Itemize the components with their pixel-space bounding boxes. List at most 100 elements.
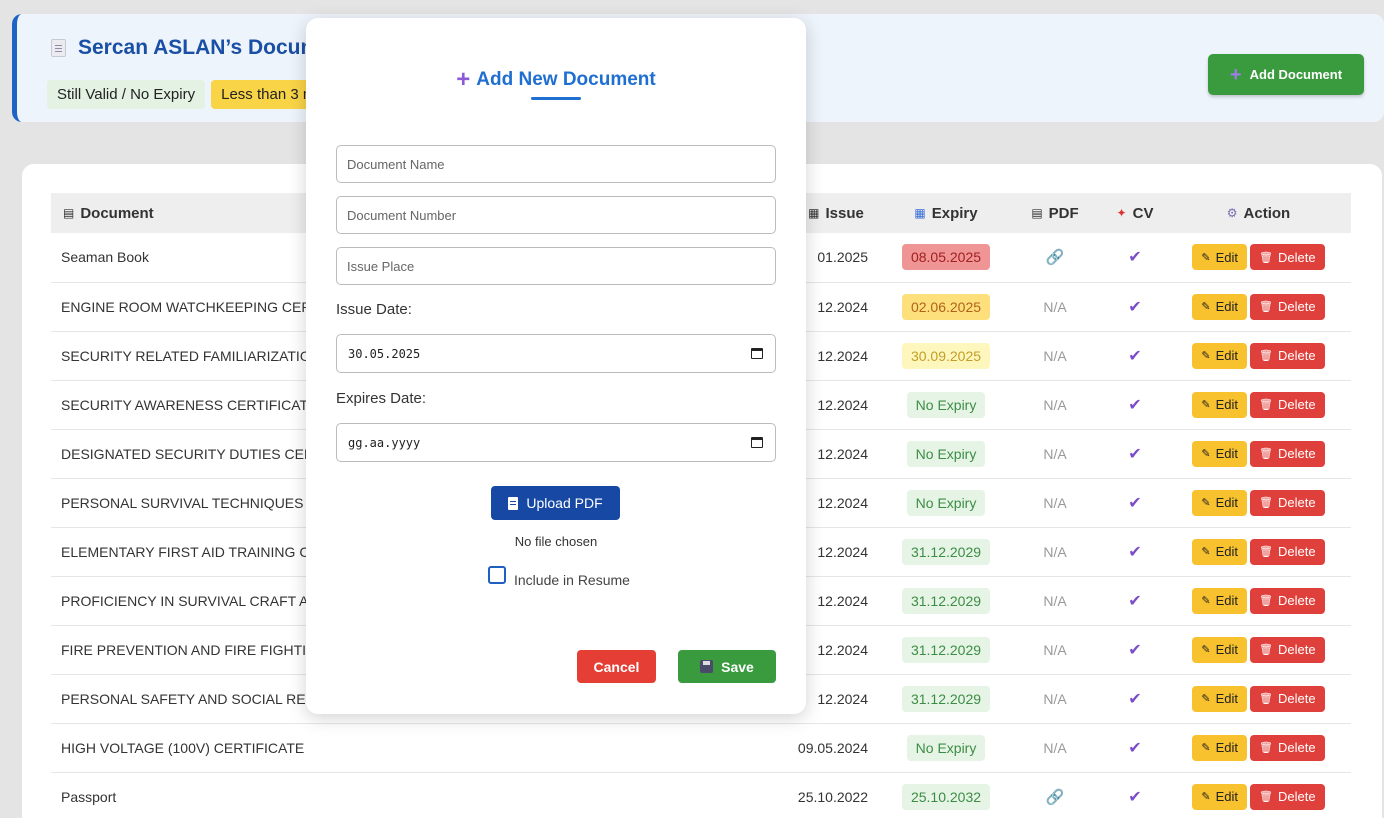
upload-pdf-button[interactable]: Upload PDF [491, 486, 620, 520]
pdf-cell: N/A [1006, 429, 1104, 478]
action-cell: ✎ Edit 🗑 Delete [1166, 233, 1351, 282]
edit-button[interactable]: ✎ Edit [1192, 734, 1248, 761]
issue-place-input[interactable] [336, 247, 776, 285]
delete-button[interactable]: 🗑 Delete [1250, 391, 1325, 418]
link-icon[interactable]: 🔗 [1046, 789, 1065, 806]
edit-button[interactable]: ✎ Edit [1192, 293, 1248, 320]
document-number-input[interactable] [336, 196, 776, 234]
floppy-disk-icon [700, 660, 714, 673]
file-status: No file chosen [514, 534, 598, 549]
delete-button[interactable]: 🗑 Delete [1250, 685, 1325, 712]
pdf-cell: N/A [1006, 380, 1104, 429]
document-name-input[interactable] [336, 145, 776, 183]
checkmark-icon: ✔ [1128, 298, 1142, 316]
expiry-cell: No Expiry [886, 380, 1006, 429]
pdf-cell: N/A [1043, 641, 1067, 658]
delete-button[interactable]: 🗑 Delete [1250, 293, 1325, 320]
add-document-button[interactable]: + Add Document [1208, 54, 1364, 95]
edit-button[interactable]: ✎ Edit [1192, 587, 1248, 614]
trash-icon: 🗑 [1259, 301, 1273, 313]
delete-button[interactable]: 🗑 Delete [1250, 587, 1325, 614]
expiry-cell: 31.12.2029 [886, 674, 1006, 723]
expiry-badge: 31.12.2029 [901, 636, 991, 663]
delete-label: Delete [1278, 593, 1316, 608]
action-cell: ✎ Edit 🗑 Delete [1166, 478, 1351, 527]
edit-label: Edit [1215, 642, 1239, 657]
delete-button[interactable]: 🗑 Delete [1250, 538, 1325, 565]
add-document-label: Add Document [1249, 67, 1343, 82]
delete-button[interactable]: 🗑 Delete [1250, 783, 1325, 810]
checkmark-icon: ✔ [1128, 396, 1142, 414]
expiry-badge: 25.10.2032 [901, 783, 991, 810]
edit-button[interactable]: ✎ Edit [1192, 342, 1248, 369]
delete-button[interactable]: 🗑 Delete [1250, 440, 1325, 467]
expiry-cell: No Expiry [886, 429, 1006, 478]
edit-button[interactable]: ✎ Edit [1192, 685, 1248, 712]
calendar-icon[interactable] [751, 348, 763, 359]
expiry-badge: 30.09.2025 [901, 342, 991, 369]
pdf-cell: N/A [1043, 494, 1067, 511]
expiry-cell: 25.10.2032 [886, 772, 1006, 818]
delete-label: Delete [1278, 789, 1316, 804]
cancel-button[interactable]: Cancel [577, 650, 656, 683]
legend-valid: Still Valid / No Expiry [47, 80, 206, 109]
expiry-badge: 31.12.2029 [901, 587, 991, 614]
pencil-icon: ✎ [1201, 693, 1211, 705]
edit-label: Edit [1215, 249, 1239, 265]
checkmark-icon: ✔ [1128, 739, 1142, 757]
expiry-cell: 02.06.2025 [886, 282, 1006, 331]
issue-date-cell: 09.05.2024 [797, 739, 868, 756]
cv-cell: ✔ [1104, 576, 1166, 625]
pdf-cell: N/A [1043, 445, 1067, 462]
delete-button[interactable]: 🗑 Delete [1250, 734, 1325, 761]
edit-button[interactable]: ✎ Edit [1192, 489, 1248, 516]
edit-button[interactable]: ✎ Edit [1192, 783, 1248, 810]
calendar-icon[interactable] [751, 437, 763, 448]
edit-button[interactable]: ✎ Edit [1192, 244, 1248, 271]
pdf-cell: N/A [1043, 739, 1067, 756]
issue-date-input[interactable]: 30.05.2025 [336, 334, 776, 373]
document-icon: ▤ [1031, 205, 1043, 220]
cv-cell: ✔ [1104, 331, 1166, 380]
pdf-cell: N/A [1006, 527, 1104, 576]
include-resume-label[interactable]: Include in Resume [514, 572, 630, 588]
cv-cell: ✔ [1104, 723, 1166, 772]
trash-icon: 🗑 [1259, 448, 1273, 460]
upload-pdf-label: Upload PDF [526, 495, 603, 511]
delete-button[interactable]: 🗑 Delete [1250, 489, 1325, 516]
delete-button[interactable]: 🗑 Delete [1250, 244, 1325, 271]
edit-button[interactable]: ✎ Edit [1192, 636, 1248, 663]
table-row: Passport 25.10.2022 25.10.2032 🔗 ✔ ✎ Edit 🗑 Dele… [51, 772, 1351, 818]
pencil-icon: ✎ [1201, 448, 1211, 460]
delete-label: Delete [1278, 642, 1316, 657]
issue-date-label: Issue Date: [336, 301, 412, 318]
pdf-cell: N/A [1006, 576, 1104, 625]
trash-icon: 🗑 [1259, 595, 1273, 607]
delete-button[interactable]: 🗑 Delete [1250, 636, 1325, 663]
edit-button[interactable]: ✎ Edit [1192, 440, 1248, 467]
save-button[interactable]: Save [678, 650, 776, 683]
expiry-cell: No Expiry [886, 723, 1006, 772]
expiry-cell: 31.12.2029 [886, 576, 1006, 625]
edit-button[interactable]: ✎ Edit [1192, 538, 1248, 565]
action-cell: ✎ Edit 🗑 Delete [1166, 772, 1351, 818]
link-icon[interactable]: 🔗 [1046, 249, 1065, 266]
include-resume-checkbox[interactable] [488, 566, 506, 584]
action-cell: ✎ Edit 🗑 Delete [1166, 282, 1351, 331]
pdf-cell: N/A [1006, 674, 1104, 723]
checkmark-icon: ✔ [1128, 690, 1142, 708]
document-icon: ▤ [63, 205, 75, 220]
edit-label: Edit [1215, 299, 1239, 314]
document-icon [508, 496, 519, 510]
pdf-cell: N/A [1043, 592, 1067, 609]
cv-cell: ✔ [1104, 772, 1166, 818]
trash-icon: 🗑 [1259, 791, 1273, 803]
expiry-badge: No Expiry [906, 734, 986, 761]
delete-label: Delete [1278, 397, 1316, 412]
trash-icon: 🗑 [1259, 497, 1273, 509]
edit-button[interactable]: ✎ Edit [1192, 391, 1248, 418]
expires-date-input[interactable]: gg.aa.yyyy [336, 423, 776, 462]
trash-icon: 🗑 [1259, 693, 1273, 705]
pdf-cell: N/A [1006, 625, 1104, 674]
delete-button[interactable]: 🗑 Delete [1250, 342, 1325, 369]
